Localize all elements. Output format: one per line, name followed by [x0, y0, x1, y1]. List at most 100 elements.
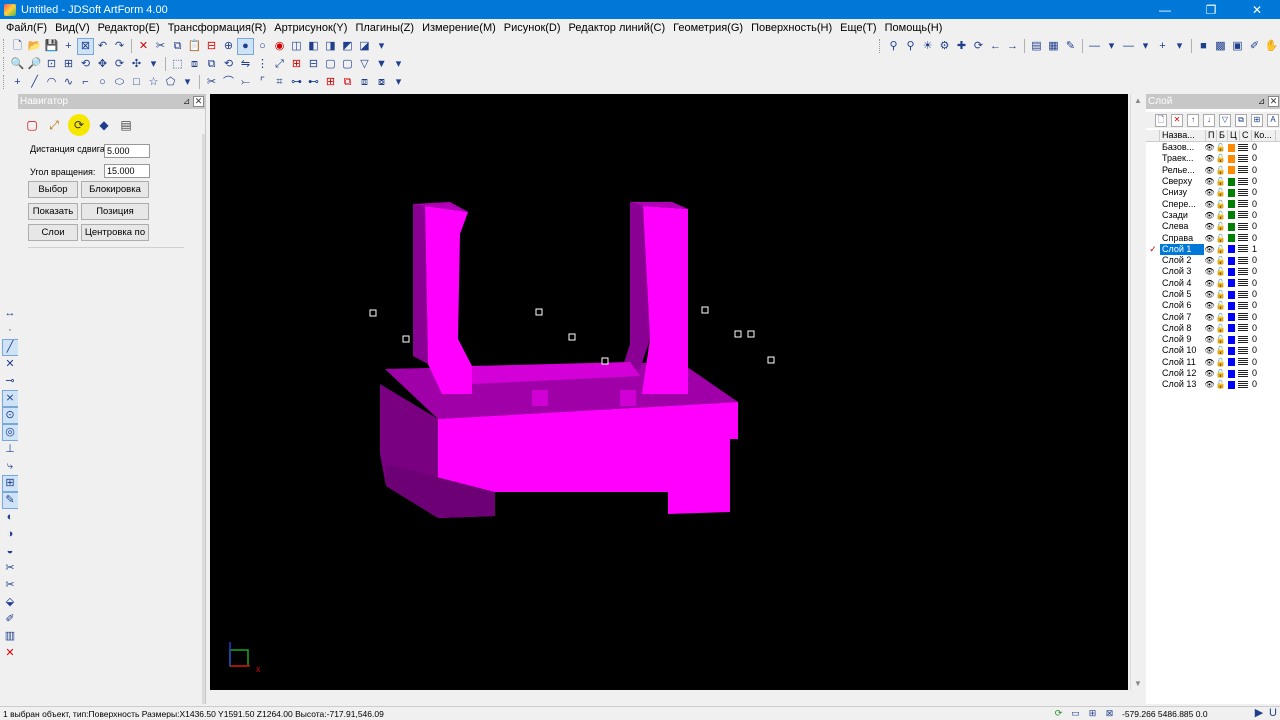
- bool-sub-icon[interactable]: ⧈: [357, 75, 372, 90]
- tool-delete-icon[interactable]: ✕: [3, 646, 18, 661]
- layer-color-swatch[interactable]: [1228, 188, 1235, 197]
- lock-icon[interactable]: 🔓: [1215, 176, 1226, 187]
- layer-row[interactable]: Слой 6 👁 🔓 0: [1146, 300, 1280, 311]
- light-settings-icon[interactable]: ⚙: [937, 39, 952, 54]
- delete-icon[interactable]: ✕: [136, 39, 151, 54]
- snap-cross-icon[interactable]: ⨯: [1, 390, 19, 407]
- layer-row[interactable]: Траек... 👁 🔓 0: [1146, 153, 1280, 164]
- pin-green-icon[interactable]: ⚲: [903, 39, 918, 54]
- delete-layer-icon[interactable]: ✕: [1171, 113, 1183, 127]
- line-style-icon[interactable]: —: [1087, 39, 1102, 54]
- lock-icon[interactable]: 🔓: [1215, 289, 1226, 300]
- sphere-shaded-icon[interactable]: ●: [237, 37, 254, 55]
- selection-handle[interactable]: [701, 306, 709, 314]
- tool-knife-icon[interactable]: ✂: [3, 561, 18, 576]
- viewport-horizontal-scrollbar[interactable]: [210, 690, 1144, 704]
- tool-shape-icon[interactable]: ⬙: [3, 595, 18, 610]
- lock-icon[interactable]: 🔓: [1215, 221, 1226, 232]
- eye-icon[interactable]: 👁: [1204, 334, 1215, 345]
- line-type-dropdown-icon[interactable]: ▾: [1138, 39, 1153, 54]
- layer-row[interactable]: Релье... 👁 🔓 0: [1146, 165, 1280, 176]
- layer-color-swatch[interactable]: [1228, 267, 1235, 276]
- layer-name[interactable]: Базов...: [1160, 142, 1204, 153]
- eye-icon[interactable]: 👁: [1204, 345, 1215, 356]
- layer-name[interactable]: Слой 4: [1160, 278, 1204, 289]
- layer-filter-icon[interactable]: ▽: [1219, 113, 1231, 127]
- snap-intersection-icon[interactable]: ✕: [3, 357, 18, 372]
- layers-col-visible[interactable]: П: [1206, 130, 1217, 141]
- light-icon[interactable]: ☀: [920, 39, 935, 54]
- lock-icon[interactable]: 🔓: [1215, 266, 1226, 277]
- eye-icon[interactable]: 👁: [1204, 165, 1215, 176]
- layer-color-swatch[interactable]: [1228, 211, 1235, 220]
- layer-color-swatch[interactable]: [1228, 279, 1235, 288]
- eye-icon[interactable]: 👁: [1204, 153, 1215, 164]
- save-icon[interactable]: 💾: [44, 39, 59, 54]
- move-layer-down-icon[interactable]: ↓: [1203, 113, 1215, 127]
- eye-icon[interactable]: 👁: [1204, 176, 1215, 187]
- box-mirror-icon[interactable]: ⇋: [238, 57, 253, 72]
- sphere-render-icon[interactable]: ◉: [272, 39, 287, 54]
- extend-icon[interactable]: ⤚: [238, 75, 253, 90]
- undo-icon[interactable]: ↶: [95, 39, 110, 54]
- layer-color-swatch[interactable]: [1228, 346, 1235, 355]
- lock-icon[interactable]: 🔓: [1215, 300, 1226, 311]
- light-add-icon[interactable]: ✚: [954, 39, 969, 54]
- new-file-icon[interactable]: 🗋: [10, 39, 25, 54]
- scroll-down-icon[interactable]: ▼: [1134, 679, 1142, 688]
- menu-transform[interactable]: Трансформация(R): [164, 22, 271, 34]
- selection-handle[interactable]: [767, 356, 775, 364]
- eye-icon[interactable]: 👁: [1204, 289, 1215, 300]
- circle-icon[interactable]: ○: [95, 75, 110, 90]
- lock-icon[interactable]: 🔓: [1215, 165, 1226, 176]
- view-front-icon[interactable]: ◧: [306, 39, 321, 54]
- layer-name[interactable]: Слой 9: [1160, 334, 1204, 345]
- scroll-up-icon[interactable]: ▲: [1134, 96, 1142, 105]
- layer-name[interactable]: Слой 2: [1160, 255, 1204, 266]
- view-back-icon[interactable]: ◪: [357, 39, 372, 54]
- layer-color-swatch[interactable]: [1228, 234, 1235, 243]
- layer-line-style[interactable]: [1238, 301, 1248, 310]
- menu-artdrawing[interactable]: Артрисунок(Y): [270, 22, 351, 34]
- layer-name[interactable]: Слой 12: [1160, 368, 1204, 379]
- offset-icon[interactable]: ⌗: [272, 75, 287, 90]
- layer-row[interactable]: Слой 5 👁 🔓 0: [1146, 289, 1280, 300]
- layer-row[interactable]: Спере... 👁 🔓 0: [1146, 198, 1280, 209]
- filter-icon[interactable]: ▼: [374, 57, 389, 72]
- view-top-icon[interactable]: ◫: [289, 39, 304, 54]
- lock-icon[interactable]: 🔓: [1215, 357, 1226, 368]
- lock-icon[interactable]: 🔓: [1215, 142, 1226, 153]
- layer-name[interactable]: Слой 8: [1160, 323, 1204, 334]
- layer-color-swatch[interactable]: [1228, 256, 1235, 265]
- layers-col-name[interactable]: Назва...: [1160, 130, 1206, 141]
- snap-tangent-icon[interactable]: ⊥: [3, 442, 18, 457]
- unit-icon[interactable]: U: [1267, 706, 1279, 720]
- navigator-close-icon[interactable]: ✕: [193, 96, 204, 107]
- back-arrow-icon[interactable]: ←: [988, 39, 1003, 54]
- measure-icon[interactable]: ⊞: [1087, 708, 1098, 719]
- menu-file[interactable]: Файл(F): [2, 22, 51, 34]
- position-button[interactable]: Позиция: [81, 203, 149, 220]
- layer-line-style[interactable]: [1238, 335, 1248, 344]
- selection-handle[interactable]: [369, 309, 377, 317]
- eye-icon[interactable]: 👁: [1204, 233, 1215, 244]
- menu-more[interactable]: Еще(T): [836, 22, 880, 34]
- redo-icon[interactable]: ↷: [112, 39, 127, 54]
- layer-row[interactable]: Слой 11 👁 🔓 0: [1146, 357, 1280, 368]
- layer-color-swatch[interactable]: [1228, 222, 1235, 231]
- layer-row[interactable]: Сзади 👁 🔓 0: [1146, 210, 1280, 221]
- chamfer-icon[interactable]: ⌜: [255, 75, 270, 90]
- layers-stack-icon[interactable]: ▤: [1029, 39, 1044, 54]
- layer-name[interactable]: Слой 10: [1160, 345, 1204, 356]
- arc-icon[interactable]: ◠: [44, 75, 59, 90]
- minimize-button[interactable]: —: [1142, 0, 1188, 19]
- nav-move-icon[interactable]: ⤢: [46, 117, 62, 133]
- layer-name[interactable]: Слева: [1160, 221, 1204, 232]
- layer-line-style[interactable]: [1238, 234, 1248, 243]
- eye-icon[interactable]: 👁: [1204, 379, 1215, 390]
- eye-icon[interactable]: 👁: [1204, 368, 1215, 379]
- palette-icon[interactable]: ▩: [1213, 39, 1228, 54]
- snap-grid-icon[interactable]: ⊞: [1, 475, 19, 492]
- layer-text-icon[interactable]: A: [1267, 113, 1279, 127]
- tool-pen-icon[interactable]: ✐: [3, 612, 18, 627]
